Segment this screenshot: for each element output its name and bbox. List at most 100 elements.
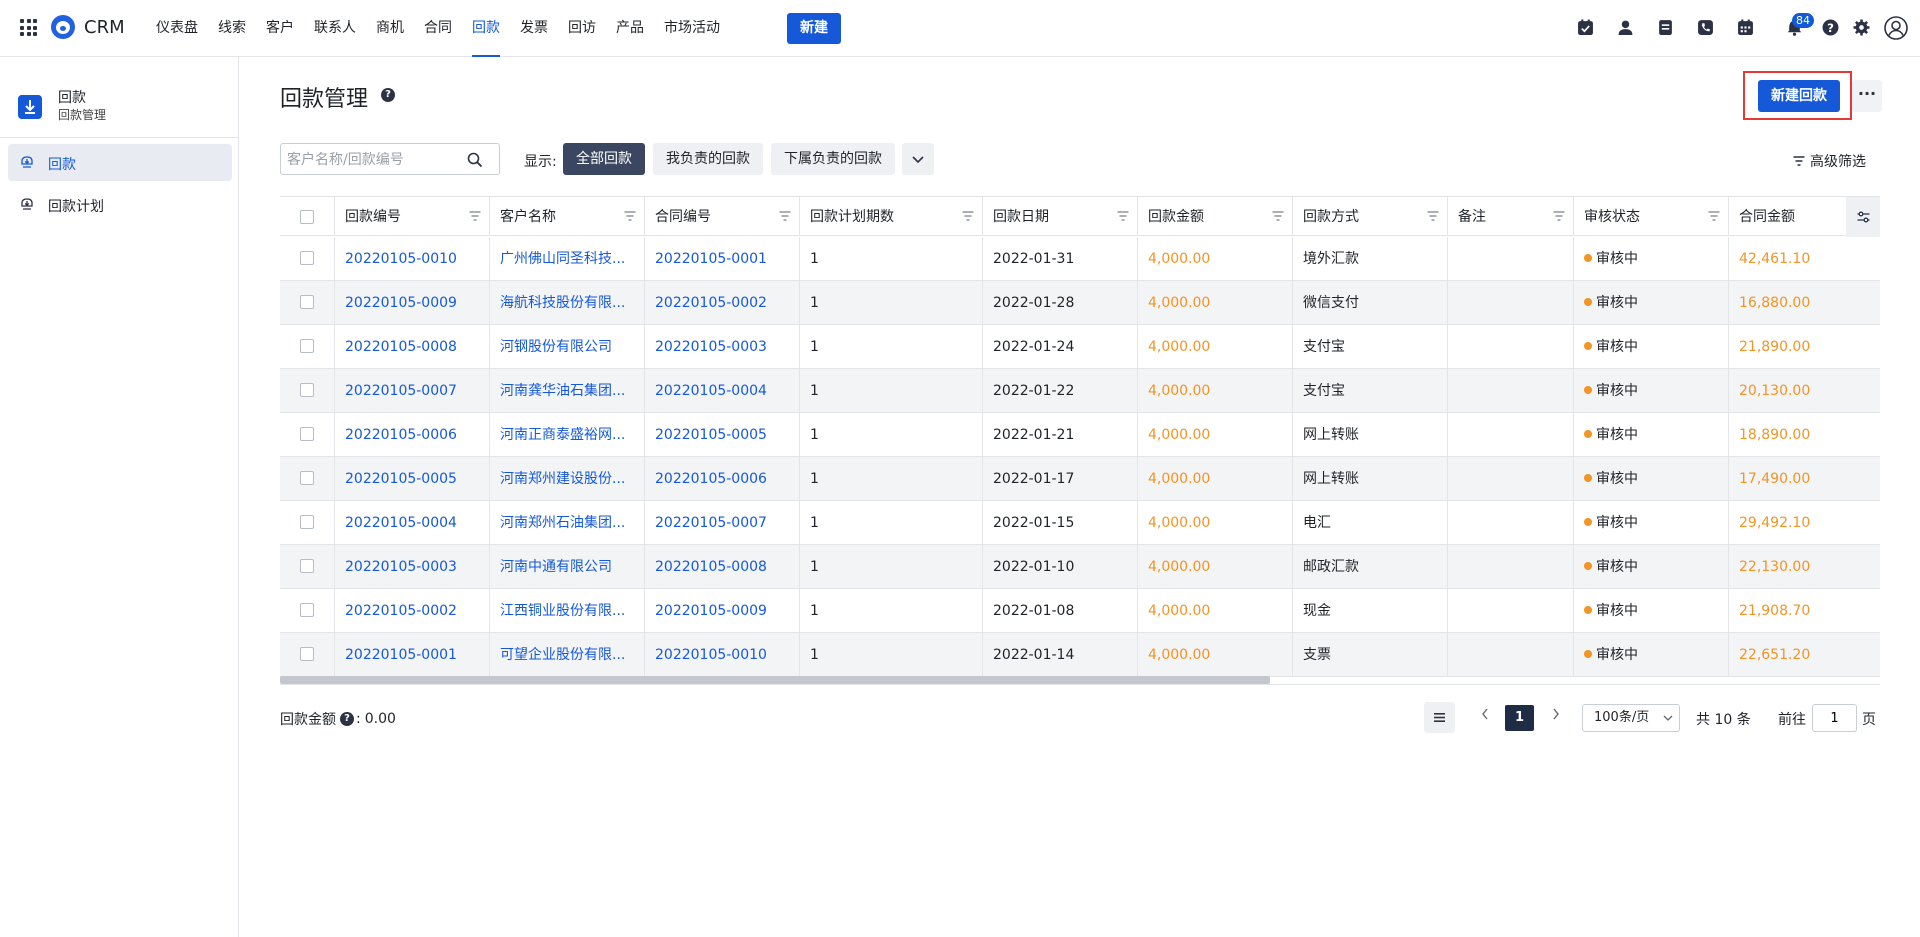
nav-item[interactable]: 发票 <box>510 0 558 57</box>
horizontal-scrollbar[interactable] <box>280 676 1270 684</box>
cell-payment-no[interactable]: 20220105-0009 <box>335 281 490 324</box>
cell-payment-no[interactable]: 20220105-0003 <box>335 545 490 588</box>
cell-contract-no[interactable]: 20220105-0003 <box>645 325 800 368</box>
nav-item[interactable]: 仪表盘 <box>146 0 208 57</box>
column-header-review-status[interactable]: 审核状态 <box>1574 197 1729 235</box>
nav-item[interactable]: 联系人 <box>304 0 366 57</box>
sidebar-item-payment-plan[interactable]: 回款计划 <box>8 186 232 223</box>
table-row[interactable]: 20220105-0009 海航科技股份有限... 20220105-0002 1 20… <box>280 281 1880 325</box>
document-icon[interactable] <box>1657 19 1674 36</box>
search-input[interactable] <box>287 150 457 170</box>
current-page[interactable]: 1 <box>1505 705 1534 731</box>
help-circle-icon[interactable]: ? <box>340 712 354 726</box>
nav-item[interactable]: 客户 <box>256 0 304 57</box>
nav-item[interactable]: 回访 <box>558 0 606 57</box>
table-row[interactable]: 20220105-0004 河南郑州石油集团... 20220105-0007 1 20… <box>280 501 1880 545</box>
cell-contract-no[interactable]: 20220105-0008 <box>645 545 800 588</box>
cell-contract-no[interactable]: 20220105-0001 <box>645 237 800 280</box>
cell-contract-no[interactable]: 20220105-0009 <box>645 589 800 632</box>
cell-contract-no[interactable]: 20220105-0007 <box>645 501 800 544</box>
cell-customer-name[interactable]: 河南中通有限公司 <box>490 545 645 588</box>
table-row[interactable]: 20220105-0003 河南中通有限公司 20220105-0008 1 2022-… <box>280 545 1880 589</box>
cell-payment-no[interactable]: 20220105-0005 <box>335 457 490 500</box>
nav-item[interactable]: 线索 <box>208 0 256 57</box>
column-header-payment-date[interactable]: 回款日期 <box>983 197 1138 235</box>
column-filter-icon[interactable] <box>1117 211 1129 221</box>
column-header-remark[interactable]: 备注 <box>1448 197 1574 235</box>
chevron-left-icon[interactable] <box>1481 708 1489 720</box>
cell-contract-no[interactable]: 20220105-0010 <box>645 633 800 676</box>
cell-customer-name[interactable]: 可望企业股份有限... <box>490 633 645 676</box>
nav-item[interactable]: 回款 <box>462 0 510 57</box>
cell-contract-no[interactable]: 20220105-0005 <box>645 413 800 456</box>
column-header-customer-name[interactable]: 客户名称 <box>490 197 645 235</box>
cell-customer-name[interactable]: 河南正商泰盛裕网... <box>490 413 645 456</box>
phone-icon[interactable] <box>1697 19 1714 36</box>
cell-payment-no[interactable]: 20220105-0007 <box>335 369 490 412</box>
list-view-button[interactable] <box>1424 702 1455 733</box>
more-views-button[interactable] <box>902 143 934 175</box>
cell-customer-name[interactable]: 河钢股份有限公司 <box>490 325 645 368</box>
column-filter-icon[interactable] <box>1427 211 1439 221</box>
cell-payment-no[interactable]: 20220105-0006 <box>335 413 490 456</box>
row-checkbox[interactable] <box>300 383 314 397</box>
task-calendar-icon[interactable] <box>1577 19 1594 36</box>
column-header-payment-amount[interactable]: 回款金额 <box>1138 197 1293 235</box>
contact-person-icon[interactable] <box>1617 19 1634 36</box>
table-row[interactable]: 20220105-0001 可望企业股份有限... 20220105-0010 1 20… <box>280 633 1880 677</box>
cell-payment-no[interactable]: 20220105-0002 <box>335 589 490 632</box>
column-filter-icon[interactable] <box>469 211 481 221</box>
column-settings-button[interactable] <box>1846 197 1880 237</box>
column-filter-icon[interactable] <box>624 211 636 221</box>
column-filter-icon[interactable] <box>1272 211 1284 221</box>
page-size-select[interactable]: 100条/页 <box>1582 704 1680 732</box>
select-all-checkbox[interactable] <box>300 210 314 224</box>
cell-customer-name[interactable]: 江西铜业股份有限... <box>490 589 645 632</box>
column-filter-icon[interactable] <box>779 211 791 221</box>
column-header-contract-no[interactable]: 合同编号 <box>645 197 800 235</box>
table-row[interactable]: 20220105-0010 广州佛山同圣科技... 20220105-0001 1 20… <box>280 237 1880 281</box>
help-icon[interactable]: ? <box>1822 19 1839 36</box>
nav-item[interactable]: 产品 <box>606 0 654 57</box>
goto-page-input[interactable] <box>1812 704 1857 732</box>
new-payment-button[interactable]: 新建回款 <box>1758 80 1840 112</box>
column-header-plan-period[interactable]: 回款计划期数 <box>800 197 983 235</box>
table-row[interactable]: 20220105-0005 河南郑州建设股份... 20220105-0006 1 20… <box>280 457 1880 501</box>
tab-my-payments[interactable]: 我负责的回款 <box>653 143 763 175</box>
gear-icon[interactable] <box>1853 19 1870 36</box>
app-logo[interactable]: CRM <box>51 15 125 39</box>
chevron-right-icon[interactable] <box>1552 708 1560 720</box>
cell-payment-no[interactable]: 20220105-0004 <box>335 501 490 544</box>
global-new-button[interactable]: 新建 <box>787 13 841 44</box>
user-avatar-icon[interactable] <box>1884 16 1908 40</box>
row-checkbox[interactable] <box>300 427 314 441</box>
sidebar-item-payments[interactable]: 回款 <box>8 144 232 181</box>
column-filter-icon[interactable] <box>1553 211 1565 221</box>
row-checkbox[interactable] <box>300 251 314 265</box>
table-row[interactable]: 20220105-0002 江西铜业股份有限... 20220105-0009 1 20… <box>280 589 1880 633</box>
table-row[interactable]: 20220105-0006 河南正商泰盛裕网... 20220105-0005 1 20… <box>280 413 1880 457</box>
row-checkbox[interactable] <box>300 515 314 529</box>
column-filter-icon[interactable] <box>962 211 974 221</box>
cell-contract-no[interactable]: 20220105-0004 <box>645 369 800 412</box>
apps-grid-icon[interactable] <box>20 19 37 36</box>
row-checkbox[interactable] <box>300 647 314 661</box>
cell-payment-no[interactable]: 20220105-0001 <box>335 633 490 676</box>
row-checkbox[interactable] <box>300 339 314 353</box>
cell-customer-name[interactable]: 河南郑州石油集团... <box>490 501 645 544</box>
cell-customer-name[interactable]: 广州佛山同圣科技... <box>490 237 645 280</box>
column-header-payment-no[interactable]: 回款编号 <box>335 197 490 235</box>
cell-customer-name[interactable]: 河南龚华油石集团... <box>490 369 645 412</box>
cell-contract-no[interactable]: 20220105-0006 <box>645 457 800 500</box>
column-header-payment-method[interactable]: 回款方式 <box>1293 197 1448 235</box>
cell-payment-no[interactable]: 20220105-0010 <box>335 237 490 280</box>
cell-payment-no[interactable]: 20220105-0008 <box>335 325 490 368</box>
tab-subordinate-payments[interactable]: 下属负责的回款 <box>771 143 895 175</box>
row-checkbox[interactable] <box>300 603 314 617</box>
help-circle-icon[interactable]: ? <box>381 88 395 102</box>
advanced-filter-button[interactable]: 高级筛选 <box>1793 151 1866 171</box>
more-options-button[interactable]: ··· <box>1852 80 1882 112</box>
row-checkbox[interactable] <box>300 295 314 309</box>
cell-customer-name[interactable]: 河南郑州建设股份... <box>490 457 645 500</box>
column-filter-icon[interactable] <box>1708 211 1720 221</box>
